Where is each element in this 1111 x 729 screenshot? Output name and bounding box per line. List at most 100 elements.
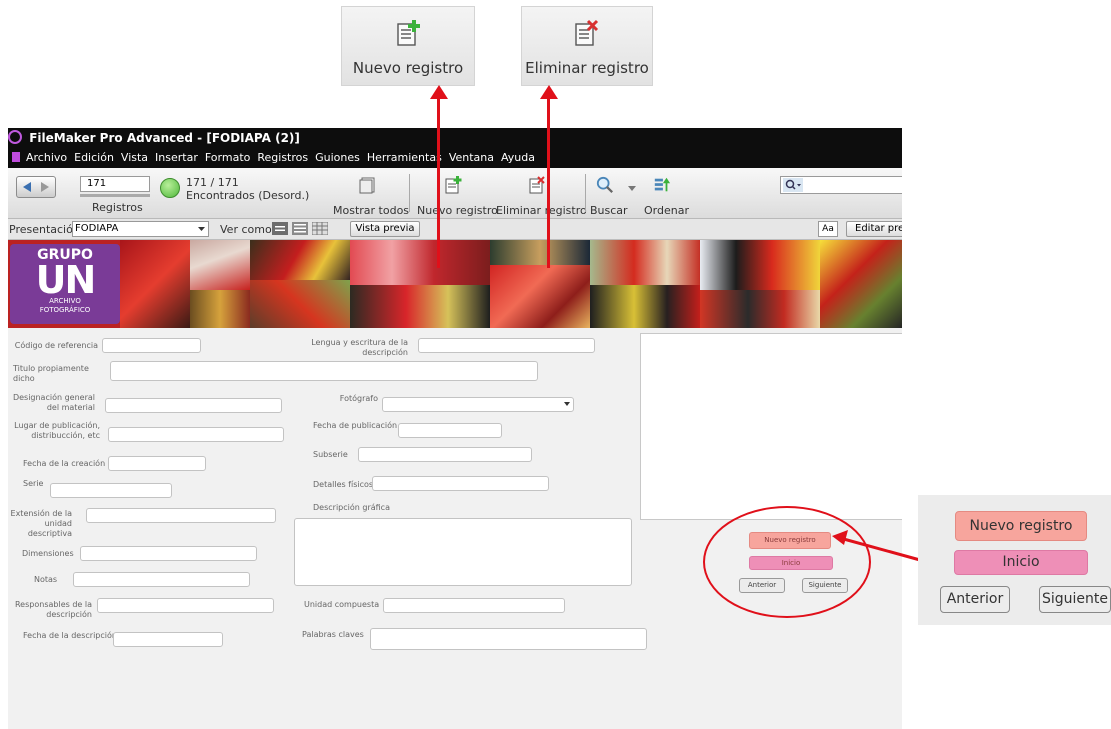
home-zoom-label: Inicio — [1002, 554, 1040, 570]
menu-herramientas[interactable]: Herramientas — [367, 151, 442, 164]
notas-field[interactable] — [73, 572, 250, 587]
filemaker-app-icon — [8, 130, 22, 144]
menu-archivo[interactable]: Archivo — [26, 151, 67, 164]
codigo-referencia-field[interactable] — [102, 338, 201, 353]
record-slider[interactable] — [80, 194, 150, 197]
menu-guiones[interactable]: Guiones — [315, 151, 360, 164]
banner-photo — [190, 240, 250, 290]
fotografo-select[interactable] — [382, 397, 574, 412]
lugar-publicacion-label: Lugar de publicación, distribucción, etc — [14, 421, 100, 440]
menu-insertar[interactable]: Insertar — [155, 151, 198, 164]
photo-container-field[interactable] — [640, 333, 902, 520]
previous-zoom-button[interactable]: Anterior — [940, 586, 1010, 613]
previous-record-icon[interactable] — [21, 181, 33, 193]
titulo-label: Titulo propiamente dicho — [13, 364, 89, 383]
document-icon — [12, 152, 20, 162]
extension-field[interactable] — [86, 508, 276, 523]
chevron-down-icon — [564, 402, 570, 406]
record-navigator[interactable] — [16, 176, 56, 198]
banner-photo — [350, 240, 490, 285]
menu-registros[interactable]: Registros — [257, 151, 308, 164]
edit-layout-label: Editar pre — [855, 223, 902, 234]
banner-photo — [250, 240, 350, 280]
home-zoom-button[interactable]: Inicio — [954, 550, 1088, 575]
delete-record-icon — [575, 19, 599, 46]
show-all-button[interactable]: Mostrar todos — [333, 204, 409, 217]
find-dropdown-chevron-icon[interactable] — [628, 186, 636, 192]
new-record-zoom-button[interactable]: Nuevo registro — [955, 511, 1087, 541]
found-count: 171 / 171 — [186, 176, 239, 189]
next-zoom-label: Siguiente — [1041, 591, 1108, 607]
delete-record-button[interactable]: Eliminar registro — [496, 204, 587, 217]
menu-formato[interactable]: Formato — [205, 151, 251, 164]
unidad-compuesta-field[interactable] — [383, 598, 565, 613]
new-record-button[interactable]: Nuevo registro — [417, 204, 498, 217]
status-toolbar: 171 Registros 171 / 171 Encontrados (Des… — [8, 168, 902, 219]
delete-record-arrow-head — [540, 85, 558, 99]
menu-vista[interactable]: Vista — [121, 151, 148, 164]
new-record-zoom-label: Nuevo registro — [969, 518, 1073, 534]
lengua-escritura-field[interactable] — [418, 338, 595, 353]
detalles-fisicos-field[interactable] — [372, 476, 549, 491]
table-view-icon[interactable] — [312, 222, 328, 235]
preview-button[interactable]: Vista previa — [350, 221, 420, 237]
serie-field[interactable] — [50, 483, 172, 498]
form-view-icon[interactable] — [272, 222, 288, 235]
chevron-down-icon — [198, 227, 205, 231]
quick-find-field[interactable] — [780, 176, 902, 194]
font-size-toggle[interactable]: Aa — [818, 221, 838, 237]
sort-icon[interactable] — [653, 176, 671, 194]
grupo-un-logo: GRUPO UN ARCHIVO FOTOGRÁFICO — [10, 244, 120, 324]
new-record-arrow — [437, 96, 440, 268]
sort-button[interactable]: Ordenar — [644, 204, 689, 217]
fecha-descripcion-field[interactable] — [113, 632, 223, 647]
descripcion-grafica-textarea[interactable] — [294, 518, 632, 586]
subserie-field[interactable] — [358, 447, 532, 462]
toolbar-separator — [585, 174, 586, 212]
new-record-icon — [397, 20, 420, 46]
new-record-toolbar-icon[interactable] — [444, 176, 462, 194]
titulo-field[interactable] — [110, 361, 538, 381]
delete-record-toolbar-icon[interactable] — [528, 176, 546, 194]
menu-ayuda[interactable]: Ayuda — [501, 151, 535, 164]
fotografo-label: Fotógrafo — [339, 394, 378, 403]
responsables-field[interactable] — [97, 598, 274, 613]
title-bar: FileMaker Pro Advanced - [FODIAPA (2)] — [8, 128, 902, 148]
delete-record-callout: Eliminar registro — [521, 6, 653, 86]
banner-photo — [590, 240, 700, 285]
new-record-callout-label: Nuevo registro — [352, 59, 464, 77]
found-status: Encontrados (Desord.) — [186, 189, 310, 202]
find-button[interactable]: Buscar — [590, 204, 628, 217]
edit-layout-button[interactable]: Editar pre — [846, 221, 902, 237]
presentation-value: FODIAPA — [75, 223, 119, 234]
delete-record-callout-label: Eliminar registro — [525, 59, 649, 77]
menu-edicion[interactable]: Edición — [74, 151, 114, 164]
logo-line-fotografico: FOTOGRÁFICO — [39, 306, 91, 314]
preview-button-label: Vista previa — [355, 223, 415, 234]
banner-photo — [820, 240, 902, 328]
filemaker-window: FileMaker Pro Advanced - [FODIAPA (2)] A… — [8, 128, 902, 729]
banner-photo — [590, 285, 700, 328]
dimensiones-label: Dimensiones — [22, 549, 74, 558]
next-zoom-button[interactable]: Siguiente — [1039, 586, 1111, 613]
dimensiones-field[interactable] — [80, 546, 257, 561]
designacion-label: Designación general del material — [12, 393, 95, 412]
quick-find-search-icon[interactable] — [783, 178, 803, 192]
search-icon[interactable] — [596, 176, 614, 194]
records-label: Registros — [92, 201, 143, 214]
record-number-input[interactable]: 171 — [80, 176, 150, 192]
lugar-publicacion-field[interactable] — [108, 427, 284, 442]
buttons-zoom-panel: Nuevo registro Inicio Anterior Siguiente — [918, 495, 1111, 625]
photo-banner: GRUPO UN ARCHIVO FOTOGRÁFICO — [8, 240, 902, 328]
list-view-icon[interactable] — [292, 222, 308, 235]
presentation-select[interactable]: FODIAPA — [72, 221, 209, 237]
fecha-publicacion-field[interactable] — [398, 423, 502, 438]
palabras-claves-field[interactable] — [370, 628, 647, 650]
next-record-icon[interactable] — [39, 181, 51, 193]
show-all-icon[interactable] — [358, 176, 376, 194]
designacion-field[interactable] — [105, 398, 282, 413]
delete-record-arrow — [547, 96, 550, 268]
menu-bar: Archivo Edición Vista Insertar Formato Regist… — [8, 148, 902, 168]
menu-ventana[interactable]: Ventana — [449, 151, 494, 164]
fecha-creacion-field[interactable] — [108, 456, 206, 471]
